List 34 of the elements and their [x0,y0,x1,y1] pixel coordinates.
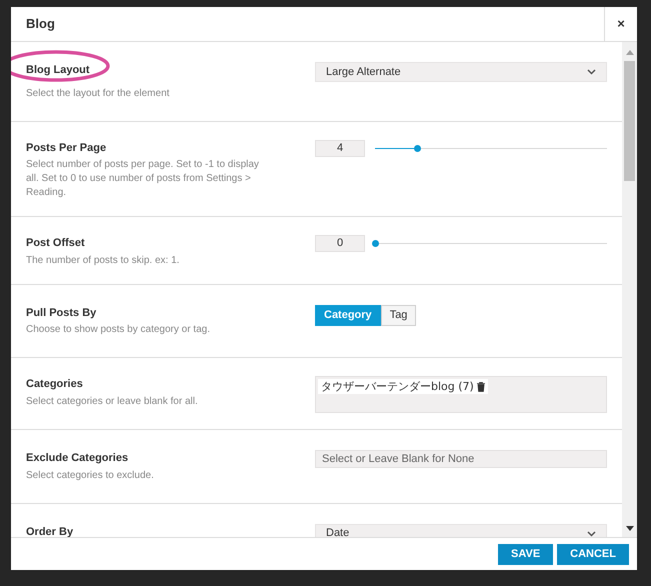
scrollbar[interactable] [622,42,637,537]
field-label: Blog Layout [26,63,91,78]
close-button[interactable]: × [604,7,637,41]
scroll-down-icon[interactable] [626,526,634,531]
slider-handle[interactable] [414,144,421,152]
tag-label: タウザーバーテンダーblog (7) [321,381,474,392]
tags-field[interactable]: タウザーバーテンダーblog (7) [315,376,607,413]
multiselect-field[interactable]: Select or Leave Blank for None [315,450,607,468]
slider-handle[interactable] [372,240,379,247]
select-field[interactable]: Large Alternate [315,62,607,82]
footer-button[interactable]: CANCEL [557,544,629,564]
field-description: Select number of posts per page. Set to -1 to display all. Set to 0 to use number of posts from Settings > Reading. [26,158,260,200]
field-description: Select categories or leave blank for all. [26,394,199,408]
field-description: The number of posts to skip. ex: 1. [26,254,180,268]
number-field[interactable]: 0 [315,235,365,252]
field-label: Pull Posts By [26,306,98,320]
trash-icon[interactable] [476,382,485,392]
scrollbar-thumb[interactable] [624,61,635,181]
dialog-title: Blog [25,15,56,34]
footer-button[interactable]: SAVE [498,544,554,564]
field-label: Categories [26,377,84,392]
select-field[interactable]: Date [315,524,607,537]
field-description: Select categories to exclude. [26,468,155,482]
field-label: Posts Per Page [26,140,108,156]
toggle-option[interactable]: Tag [380,304,416,326]
chevron-down-icon [587,69,596,75]
field-description: Choose to show posts by category or tag. [26,323,211,337]
field-label: Order By [26,524,74,537]
scroll-up-icon[interactable] [626,50,634,55]
field-label: Post Offset [26,236,86,251]
chevron-down-icon [587,530,596,536]
field-description: Select the layout for the element [26,86,170,100]
number-field[interactable]: 4 [315,140,365,156]
field-label: Exclude Categories [26,451,130,466]
